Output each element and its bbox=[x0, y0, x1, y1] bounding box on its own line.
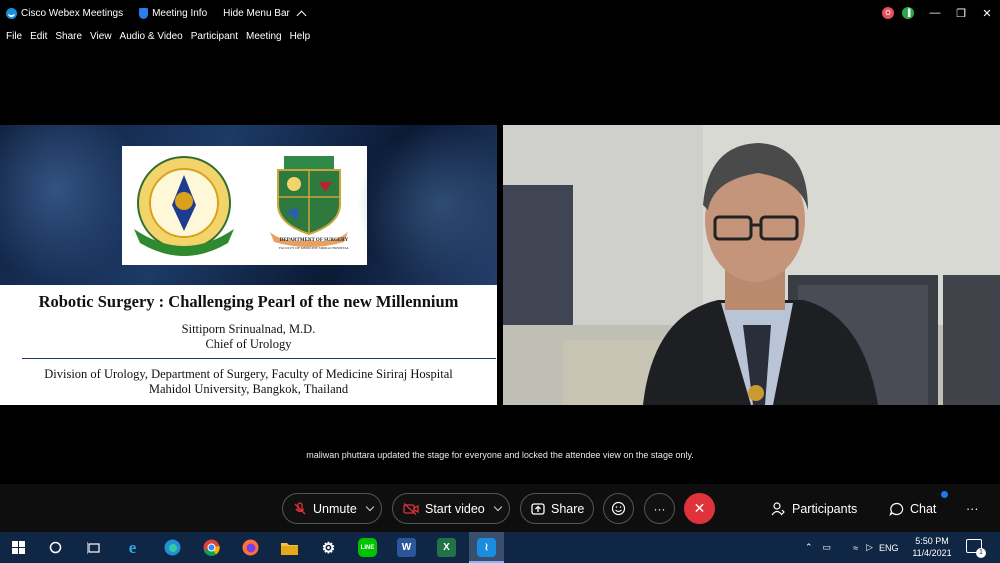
logo-panel: DEPARTMENT OF SURGERY FACULTY OF MEDICIN… bbox=[122, 146, 367, 265]
app-title: Cisco Webex Meetings bbox=[6, 7, 124, 19]
dept-logo-caption: DEPARTMENT OF SURGERY bbox=[279, 238, 349, 243]
menu-bar: File Edit Share View Audio & Video Parti… bbox=[0, 26, 1000, 46]
webex-taskbar-button[interactable]: ≀ bbox=[469, 532, 504, 563]
file-explorer-icon[interactable] bbox=[280, 538, 299, 557]
chat-button[interactable]: Chat bbox=[889, 493, 936, 524]
webex-logo-icon bbox=[6, 7, 17, 19]
chevron-down-icon bbox=[493, 502, 503, 512]
chat-unread-indicator bbox=[941, 491, 948, 498]
participant-video[interactable] bbox=[503, 125, 1000, 405]
language-indicator[interactable]: ENG bbox=[879, 543, 899, 553]
participants-label: Participants bbox=[792, 501, 858, 516]
start-video-label: Start video bbox=[425, 501, 485, 516]
excel-app-icon[interactable]: X bbox=[437, 538, 456, 557]
system-tray: ⌃ ▭ ≈ ▷ ENG bbox=[805, 532, 898, 563]
task-view-icon[interactable] bbox=[84, 538, 103, 557]
taskbar-clock[interactable]: 5:50 PM 11/4/2021 bbox=[904, 535, 960, 559]
chevron-up-icon bbox=[296, 10, 307, 20]
battery-icon[interactable]: ▭ bbox=[823, 542, 832, 553]
unmute-label: Unmute bbox=[313, 501, 357, 516]
menu-edit[interactable]: Edit bbox=[30, 31, 47, 42]
firefox-browser-icon[interactable] bbox=[241, 538, 260, 557]
slide-banner-image: DEPARTMENT OF SURGERY FACULTY OF MEDICIN… bbox=[0, 125, 497, 285]
network-health-icon[interactable]: ▐ bbox=[902, 7, 914, 19]
slide-title: Robotic Surgery : Challenging Pearl of t… bbox=[38, 292, 459, 311]
stage-locked-notice: maliwan phuttara updated the stage for e… bbox=[306, 450, 694, 460]
close-icon: ✕ bbox=[693, 500, 706, 516]
hide-menu-bar-button[interactable]: Hide Menu Bar bbox=[223, 7, 307, 20]
restore-button[interactable]: ❐ bbox=[948, 0, 974, 26]
more-options-button[interactable]: ··· bbox=[644, 493, 675, 524]
share-icon bbox=[531, 502, 545, 515]
slide-divider bbox=[22, 358, 496, 359]
leave-meeting-button[interactable]: ✕ bbox=[684, 493, 715, 524]
minimize-button[interactable]: — bbox=[922, 0, 948, 26]
department-line-1: Division of Urology, Department of Surge… bbox=[44, 367, 453, 381]
chevron-up-icon[interactable]: ⌃ bbox=[805, 542, 813, 553]
shield-icon bbox=[139, 7, 149, 19]
hide-menu-bar-label: Hide Menu Bar bbox=[223, 7, 290, 19]
windows-start-icon[interactable] bbox=[9, 538, 28, 557]
panel-options-button[interactable]: ··· bbox=[966, 493, 979, 524]
chat-label: Chat bbox=[910, 501, 937, 516]
chevron-down-icon bbox=[365, 502, 375, 512]
menu-share[interactable]: Share bbox=[55, 31, 82, 42]
share-button[interactable]: Share bbox=[520, 493, 594, 524]
meeting-info-button[interactable]: Meeting Info bbox=[139, 7, 208, 19]
recording-status-icon[interactable]: O bbox=[882, 7, 894, 19]
video-off-icon bbox=[403, 502, 419, 515]
more-options-icon: ··· bbox=[653, 501, 666, 516]
menu-help[interactable]: Help bbox=[290, 31, 311, 42]
menu-audio-video[interactable]: Audio & Video bbox=[120, 31, 183, 42]
wifi-icon[interactable]: ≈ bbox=[853, 543, 858, 553]
microphone-muted-icon bbox=[294, 501, 306, 514]
unmute-button[interactable]: Unmute bbox=[282, 493, 382, 524]
webex-app-icon: ≀ bbox=[477, 538, 496, 557]
more-icon: ··· bbox=[966, 501, 979, 516]
internet-explorer-icon[interactable]: e bbox=[123, 538, 142, 557]
search-icon[interactable] bbox=[46, 538, 65, 557]
department-line-2: Mahidol University, Bangkok, Thailand bbox=[148, 382, 349, 396]
notification-count-badge: 1 bbox=[976, 548, 986, 558]
participant-video-feed bbox=[503, 125, 1000, 405]
clock-time: 5:50 PM bbox=[915, 536, 949, 546]
windows-taskbar: e ⚙ LINE W X ≀ ⌃ ▭ ≈ ▷ ENG 5:50 PM 11/4/… bbox=[0, 532, 1000, 563]
smiley-icon bbox=[611, 501, 626, 516]
chrome-browser-icon[interactable] bbox=[202, 538, 221, 557]
start-video-button[interactable]: Start video bbox=[392, 493, 510, 524]
participants-button[interactable]: Participants bbox=[771, 493, 857, 524]
menu-participant[interactable]: Participant bbox=[191, 31, 238, 42]
title-bar: Cisco Webex Meetings Meeting Info Hide M… bbox=[0, 0, 1000, 26]
reactions-button[interactable] bbox=[603, 493, 634, 524]
presenter-role: Chief of Urology bbox=[205, 337, 292, 351]
shared-content-slide[interactable]: DEPARTMENT OF SURGERY FACULTY OF MEDICIN… bbox=[0, 125, 497, 405]
volume-icon[interactable]: ▷ bbox=[866, 542, 873, 553]
menu-view[interactable]: View bbox=[90, 31, 112, 42]
share-label: Share bbox=[551, 501, 585, 516]
notification-center-icon[interactable]: 1 bbox=[966, 539, 986, 558]
clock-date: 11/4/2021 bbox=[912, 548, 952, 558]
word-app-icon[interactable]: W bbox=[397, 538, 416, 557]
line-app-icon[interactable]: LINE bbox=[358, 538, 377, 557]
mahidol-university-seal-icon bbox=[134, 156, 234, 256]
department-of-surgery-crest-icon bbox=[270, 156, 348, 247]
chat-bubble-icon bbox=[889, 502, 904, 516]
meeting-control-bar: Unmute Start video Share ··· ✕ Participa… bbox=[0, 484, 1000, 532]
menu-meeting[interactable]: Meeting bbox=[246, 31, 282, 42]
edge-browser-icon[interactable] bbox=[163, 538, 182, 557]
person-icon bbox=[771, 501, 785, 515]
dept-logo-subcaption: FACULTY OF MEDICINE SIRIRAJ HOSPITAL bbox=[279, 246, 349, 250]
presenter-name: Sittiporn Srinualnad, M.D. bbox=[181, 322, 316, 336]
menu-file[interactable]: File bbox=[6, 31, 22, 42]
close-window-button[interactable]: ✕ bbox=[974, 0, 1000, 26]
meeting-info-label: Meeting Info bbox=[152, 7, 208, 19]
settings-gear-icon[interactable]: ⚙ bbox=[319, 538, 338, 557]
app-name: Cisco Webex Meetings bbox=[21, 7, 124, 19]
